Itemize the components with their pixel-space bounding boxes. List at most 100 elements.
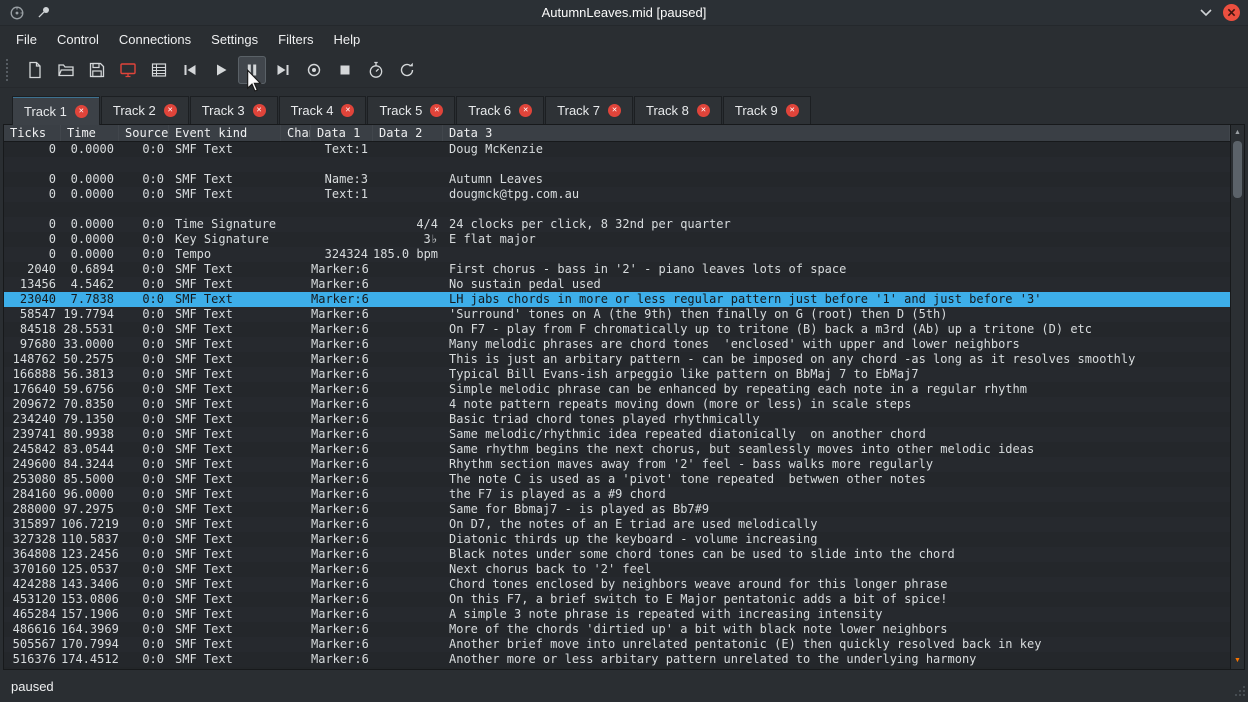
cell-event-kind: SMF Text xyxy=(169,367,281,382)
new-file-button[interactable] xyxy=(21,56,49,84)
menu-item-filters[interactable]: Filters xyxy=(268,28,323,51)
cell-data-3: Autumn Leaves xyxy=(443,172,1230,187)
tab-close-icon[interactable]: ✕ xyxy=(341,104,354,117)
tab-track-5[interactable]: Track 5✕ xyxy=(367,96,455,124)
table-row[interactable]: 364808123.24560:0SMF TextMarker:6Black n… xyxy=(4,547,1230,562)
cell-chan xyxy=(281,247,311,262)
table-row[interactable]: 28416096.00000:0SMF TextMarker:6the F7 i… xyxy=(4,487,1230,502)
cell-data-2 xyxy=(373,322,443,337)
table-row[interactable]: 17664059.67560:0SMF TextMarker:6Simple m… xyxy=(4,382,1230,397)
chevron-down-icon[interactable] xyxy=(1199,6,1213,20)
table-row[interactable]: 5854719.77940:0SMF TextMarker:6'Surround… xyxy=(4,307,1230,322)
tab-close-icon[interactable]: ✕ xyxy=(164,104,177,117)
resize-grip[interactable] xyxy=(1235,684,1245,699)
column-header-data-3[interactable]: Data 3 xyxy=(443,125,1230,141)
table-row[interactable]: 465284157.19060:0SMF TextMarker:6A simpl… xyxy=(4,607,1230,622)
tab-track-4[interactable]: Track 4✕ xyxy=(279,96,367,124)
table-row[interactable]: 16688856.38130:0SMF TextMarker:6Typical … xyxy=(4,367,1230,382)
table-row[interactable]: 370160125.05370:0SMF TextMarker:6Next ch… xyxy=(4,562,1230,577)
tab-close-icon[interactable]: ✕ xyxy=(519,104,532,117)
tab-track-1[interactable]: Track 1 ✕ xyxy=(12,96,100,125)
tab-close-icon[interactable]: ✕ xyxy=(786,104,799,117)
column-header-source[interactable]: Source xyxy=(119,125,169,141)
table-row[interactable]: 28800097.29750:0SMF TextMarker:6Same for… xyxy=(4,502,1230,517)
tab-track-6[interactable]: Track 6✕ xyxy=(456,96,544,124)
cell-source: 0:0 xyxy=(119,292,169,307)
column-header-chan[interactable]: Chan xyxy=(281,125,311,141)
table-row[interactable]: 453120153.08060:0SMF TextMarker:6On this… xyxy=(4,592,1230,607)
cell-source: 0:0 xyxy=(119,307,169,322)
table-row[interactable]: 327328110.58370:0SMF TextMarker:6Diatoni… xyxy=(4,532,1230,547)
table-row[interactable]: 20967270.83500:0SMF TextMarker:64 note p… xyxy=(4,397,1230,412)
table-row[interactable]: 315897106.72190:0SMF TextMarker:6On D7, … xyxy=(4,517,1230,532)
cell-time: 0.0000 xyxy=(61,247,119,262)
table-row[interactable] xyxy=(4,157,1230,172)
menu-item-control[interactable]: Control xyxy=(47,28,109,51)
scroll-thumb[interactable] xyxy=(1233,141,1242,198)
table-row[interactable]: 424288143.34060:0SMF TextMarker:6Chord t… xyxy=(4,577,1230,592)
tab-close-icon[interactable]: ✕ xyxy=(608,104,621,117)
tab-close-icon[interactable]: ✕ xyxy=(697,104,710,117)
scroll-down-icon[interactable]: ▼ xyxy=(1231,655,1244,667)
skip-backward-button[interactable] xyxy=(176,56,204,84)
close-button[interactable] xyxy=(1223,4,1240,21)
cell-data-1: Marker:6 xyxy=(311,592,373,607)
table-row[interactable]: 486616164.39690:0SMF TextMarker:6More of… xyxy=(4,622,1230,637)
table-row[interactable]: 8451828.55310:0SMF TextMarker:6On F7 - p… xyxy=(4,322,1230,337)
table-row[interactable]: 9768033.00000:0SMF TextMarker:6Many melo… xyxy=(4,337,1230,352)
menu-item-file[interactable]: File xyxy=(6,28,47,51)
menu-item-help[interactable]: Help xyxy=(324,28,371,51)
vertical-scrollbar[interactable]: ▲ ▼ xyxy=(1230,125,1244,669)
table-row[interactable]: 134564.54620:0SMF TextMarker:6No sustain… xyxy=(4,277,1230,292)
column-header-time[interactable]: Time xyxy=(61,125,119,141)
column-header-data-2[interactable]: Data 2 xyxy=(373,125,443,141)
tab-close-icon[interactable]: ✕ xyxy=(75,105,88,118)
stopwatch-button[interactable] xyxy=(362,56,390,84)
tab-track-2[interactable]: Track 2✕ xyxy=(101,96,189,124)
table-row[interactable] xyxy=(4,202,1230,217)
pause-button[interactable] xyxy=(238,56,266,84)
event-list-button[interactable] xyxy=(145,56,173,84)
table-row[interactable]: 25308085.50000:0SMF TextMarker:6The note… xyxy=(4,472,1230,487)
table-row[interactable]: 00.00000:0SMF TextText:1dougmck@tpg.com.… xyxy=(4,187,1230,202)
save-button[interactable] xyxy=(83,56,111,84)
table-row[interactable]: 00.00000:0Time Signature4/424 clocks per… xyxy=(4,217,1230,232)
scroll-up-icon[interactable]: ▲ xyxy=(1231,127,1244,139)
skip-forward-button[interactable] xyxy=(269,56,297,84)
table-row[interactable]: 230407.78380:0SMF TextMarker:6LH jabs ch… xyxy=(4,292,1230,307)
column-header-ticks[interactable]: Ticks xyxy=(4,125,61,141)
record-button[interactable] xyxy=(300,56,328,84)
table-row[interactable]: 24584283.05440:0SMF TextMarker:6Same rhy… xyxy=(4,442,1230,457)
tab-track-7[interactable]: Track 7✕ xyxy=(545,96,633,124)
column-header-event-kind[interactable]: Event kind xyxy=(169,125,281,141)
open-file-button[interactable] xyxy=(52,56,80,84)
menu-item-settings[interactable]: Settings xyxy=(201,28,268,51)
menu-item-connections[interactable]: Connections xyxy=(109,28,201,51)
table-row[interactable]: 516376174.45120:0SMF TextMarker:6Another… xyxy=(4,652,1230,667)
tab-label: Track 1 xyxy=(24,104,67,119)
table-row[interactable]: 00.00000:0SMF TextText:1Doug McKenzie xyxy=(4,142,1230,157)
table-row[interactable]: 505567170.79940:0SMF TextMarker:6Another… xyxy=(4,637,1230,652)
pin-icon[interactable] xyxy=(34,4,52,22)
table-row[interactable]: 00.00000:0Tempo324324185.0 bpm xyxy=(4,247,1230,262)
cell-time: 33.0000 xyxy=(61,337,119,352)
cell-source: 0:0 xyxy=(119,577,169,592)
tab-track-8[interactable]: Track 8✕ xyxy=(634,96,722,124)
table-row[interactable]: 14876250.25750:0SMF TextMarker:6This is … xyxy=(4,352,1230,367)
loop-button[interactable] xyxy=(393,56,421,84)
tab-close-icon[interactable]: ✕ xyxy=(430,104,443,117)
table-row[interactable]: 00.00000:0Key Signature3♭E flat major xyxy=(4,232,1230,247)
table-row[interactable]: 20400.68940:0SMF TextMarker:6First choru… xyxy=(4,262,1230,277)
column-header-data-1[interactable]: Data 1 xyxy=(311,125,373,141)
play-button[interactable] xyxy=(207,56,235,84)
table-row[interactable]: 00.00000:0SMF TextName:3Autumn Leaves xyxy=(4,172,1230,187)
tab-track-3[interactable]: Track 3✕ xyxy=(190,96,278,124)
table-row[interactable]: 23424079.13500:0SMF TextMarker:6Basic tr… xyxy=(4,412,1230,427)
stop-button[interactable] xyxy=(331,56,359,84)
tab-close-icon[interactable]: ✕ xyxy=(253,104,266,117)
tab-track-9[interactable]: Track 9✕ xyxy=(723,96,811,124)
monitor-button[interactable] xyxy=(114,56,142,84)
table-row[interactable]: 24960084.32440:0SMF TextMarker:6Rhythm s… xyxy=(4,457,1230,472)
toolbar-handle[interactable] xyxy=(6,59,13,81)
table-row[interactable]: 23974180.99380:0SMF TextMarker:6Same mel… xyxy=(4,427,1230,442)
